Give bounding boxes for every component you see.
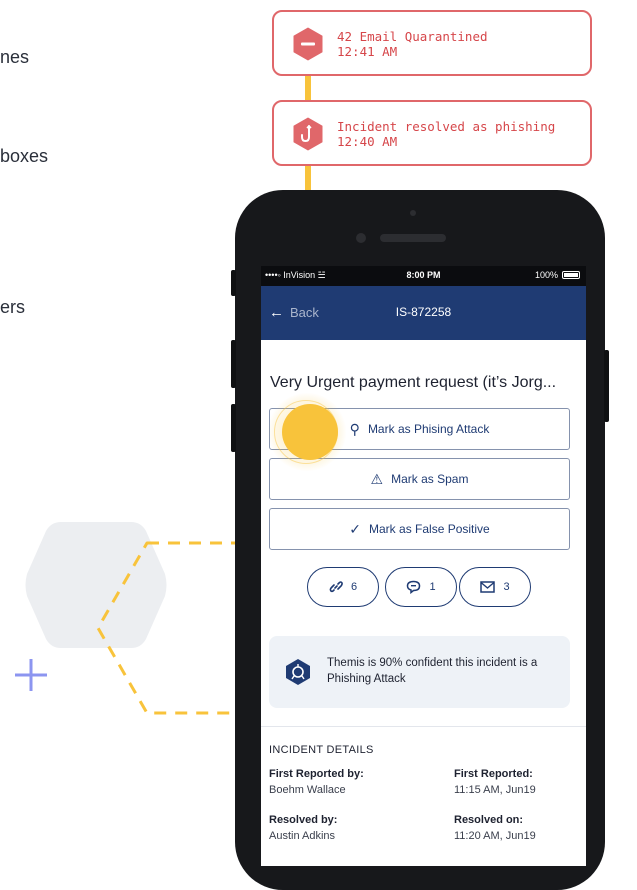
resolved-by-label: Resolved by: bbox=[269, 814, 338, 826]
resolved-on-label: Resolved on: bbox=[454, 814, 524, 826]
mark-false-positive-label: Mark as False Positive bbox=[369, 522, 490, 536]
side-text-1: nes bbox=[0, 47, 30, 67]
notification-card: Incident resolved as phishing 12:40 AM bbox=[272, 100, 592, 166]
first-reported-by-value: Boehm Wallace bbox=[269, 784, 346, 796]
check-icon: ✓ bbox=[349, 520, 362, 537]
side-text-2: boxes bbox=[0, 146, 49, 166]
notification-time: 12:41 AM bbox=[337, 44, 398, 59]
phone-screen: ••••◦ InVision ☱ 8:00 PM 100% ← Back IS-8… bbox=[261, 266, 586, 866]
comment-icon bbox=[407, 580, 421, 594]
link-icon bbox=[329, 581, 343, 593]
warning-icon: ⚠ bbox=[370, 470, 384, 487]
volume-down-button bbox=[231, 404, 236, 452]
first-reported-by-label: First Reported by: bbox=[269, 768, 364, 780]
earpiece-speaker bbox=[380, 234, 446, 242]
plus-icon bbox=[15, 659, 47, 691]
side-text-3: ers bbox=[0, 297, 26, 317]
notification-time: 12:40 AM bbox=[337, 134, 398, 149]
hook-hexagon-icon bbox=[293, 117, 323, 151]
status-bar: ••••◦ InVision ☱ 8:00 PM 100% bbox=[261, 266, 586, 286]
mark-false-positive-button[interactable]: ✓ Mark as False Positive bbox=[269, 508, 570, 550]
battery-icon bbox=[562, 271, 580, 279]
first-reported-value: 11:15 AM, Jun19 bbox=[454, 784, 536, 796]
links-pill[interactable]: 6 bbox=[307, 567, 379, 607]
links-count: 6 bbox=[350, 581, 358, 593]
timeline-connector bbox=[305, 76, 311, 102]
divider bbox=[261, 726, 586, 727]
hook-icon: ⚲ bbox=[349, 420, 360, 437]
proximity-sensor bbox=[356, 233, 366, 243]
nav-bar: ← Back IS-872258 bbox=[261, 286, 586, 340]
resolved-by-value: Austin Adkins bbox=[269, 830, 336, 842]
incident-subject: Very Urgent payment request (it’s Jorg..… bbox=[270, 374, 557, 391]
mark-phishing-label: Mark as Phising Attack bbox=[367, 422, 490, 436]
incident-id: IS-872258 bbox=[395, 305, 452, 319]
themis-logo-icon bbox=[286, 659, 310, 685]
battery-percent: 100% bbox=[534, 270, 558, 280]
emails-pill[interactable]: 3 bbox=[459, 567, 531, 607]
notification-title: Incident resolved as phishing bbox=[337, 119, 556, 134]
mute-switch bbox=[231, 270, 236, 296]
notification-title: 42 Email Quarantined bbox=[337, 29, 488, 44]
first-reported-label: First Reported: bbox=[454, 768, 533, 780]
minus-hexagon-icon bbox=[293, 27, 323, 61]
power-button bbox=[604, 350, 609, 422]
incident-details-heading: INCIDENT DETAILS bbox=[269, 744, 374, 756]
volume-up-button bbox=[231, 340, 236, 388]
emails-count: 3 bbox=[503, 581, 510, 593]
notification-card: 42 Email Quarantined 12:41 AM bbox=[272, 10, 592, 76]
themis-confidence-card: Themis is 90% confident this incident is… bbox=[269, 636, 570, 708]
resolved-on-value: 11:20 AM, Jun19 bbox=[454, 830, 536, 842]
tap-indicator bbox=[282, 404, 338, 460]
comments-pill[interactable]: 1 bbox=[385, 567, 457, 607]
front-camera bbox=[410, 210, 416, 216]
mark-spam-label: Mark as Spam bbox=[391, 472, 469, 486]
comments-count: 1 bbox=[429, 581, 436, 593]
themis-confidence-text: Themis is 90% confident this incident is… bbox=[327, 657, 538, 685]
mail-icon bbox=[480, 581, 496, 593]
